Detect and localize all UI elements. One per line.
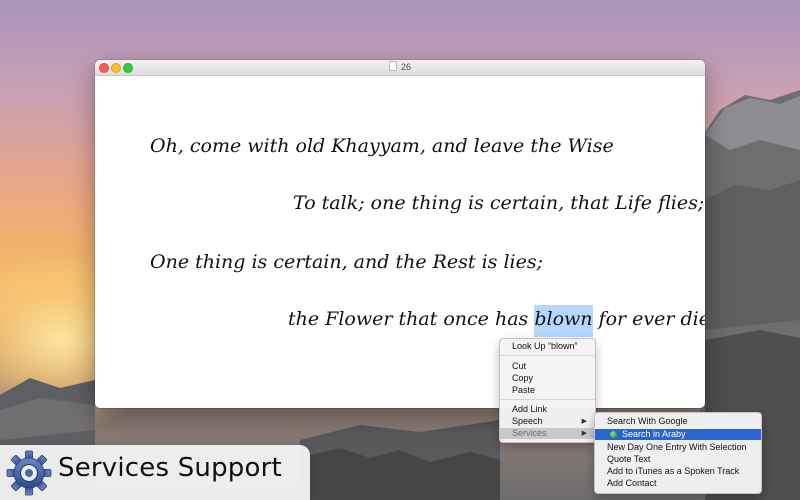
menu-item-paste[interactable]: Paste	[500, 385, 595, 396]
service-add-to-itunes[interactable]: Add to iTunes as a Spoken Track	[595, 466, 761, 477]
service-item-label: New Day One Entry With Selection	[607, 442, 747, 452]
document-icon	[388, 61, 397, 71]
poem-line-2[interactable]: To talk; one thing is certain, that Life…	[293, 192, 704, 214]
service-item-label: Search With Google	[607, 416, 688, 426]
window-title-wrap: 26	[95, 61, 705, 74]
service-item-label: Add Contact	[607, 478, 657, 488]
service-new-day-one-entry[interactable]: New Day One Entry With Selection	[595, 442, 761, 453]
selected-word[interactable]: blown	[534, 305, 593, 337]
service-item-label: Search in Araby	[622, 429, 686, 439]
title-bar[interactable]: 26	[95, 60, 705, 76]
menu-separator	[500, 355, 595, 356]
menu-item-label: Services	[512, 428, 547, 438]
menu-item-label: Copy	[512, 373, 534, 383]
menu-separator	[500, 399, 595, 400]
menu-item-cut[interactable]: Cut	[500, 361, 595, 372]
service-search-with-google[interactable]: Search With Google	[595, 416, 761, 427]
menu-item-copy[interactable]: Copy	[500, 373, 595, 384]
menu-item-label: Cut	[512, 361, 527, 371]
poem-line-4-end: for ever dies	[598, 308, 705, 330]
poem-line-3[interactable]: One thing is certain, and the Rest is li…	[150, 251, 543, 273]
context-menu: Look Up “blown” Cut Copy Paste Add Link …	[499, 338, 596, 443]
badge-title: Services Support	[58, 453, 282, 483]
menu-item-label: Speech	[512, 416, 543, 426]
service-quote-text[interactable]: Quote Text	[595, 454, 761, 465]
service-item-label: Add to iTunes as a Spoken Track	[607, 466, 740, 476]
service-search-in-araby[interactable]: Search in Araby	[595, 429, 761, 440]
document-window: 26 Oh, come with old Khayyam, and leave …	[95, 60, 705, 408]
poem-line-1[interactable]: Oh, come with old Khayyam, and leave the…	[150, 135, 614, 157]
poem-text-area[interactable]: Oh, come with old Khayyam, and leave the…	[95, 75, 705, 408]
service-add-contact[interactable]: Add Contact	[595, 478, 761, 489]
window-title: 26	[400, 62, 411, 72]
menu-item-label: Paste	[512, 385, 536, 395]
menu-item-add-link[interactable]: Add Link	[500, 404, 595, 415]
menu-item-look-up[interactable]: Look Up “blown”	[500, 341, 595, 352]
services-submenu: Search With Google Search in Araby New D…	[594, 412, 762, 494]
submenu-arrow-icon: ▶	[581, 430, 587, 437]
poem-line-4-start: the Flower that once has	[288, 308, 535, 330]
services-support-badge: Services Support	[0, 445, 310, 500]
service-item-label: Quote Text	[607, 454, 651, 464]
menu-item-label: Add Link	[512, 404, 548, 414]
submenu-arrow-icon: ▶	[581, 418, 587, 425]
araby-icon	[610, 431, 617, 438]
poem-line-4[interactable]: the Flower that once has blown for ever …	[288, 305, 705, 337]
menu-item-speech[interactable]: Speech ▶	[500, 416, 595, 427]
menu-item-label: Look Up “blown”	[512, 341, 578, 351]
gear-icon	[6, 450, 52, 496]
menu-item-services[interactable]: Services ▶	[500, 428, 595, 439]
